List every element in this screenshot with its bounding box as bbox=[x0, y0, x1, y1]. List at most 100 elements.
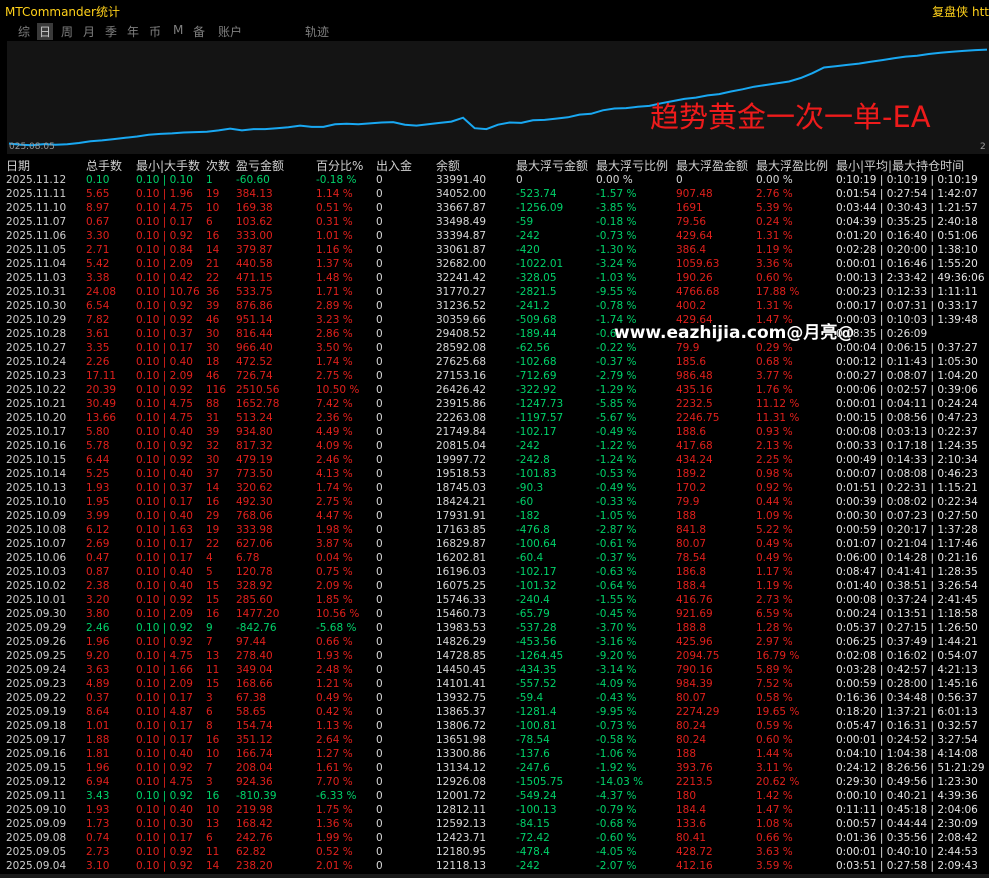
table-row[interactable]: 2025.10.15 6.44 0.10 | 0.92 30 479.19 2.46 % 0… bbox=[0, 453, 989, 467]
table-row[interactable]: 2025.09.19 8.64 0.10 | 4.87 6 58.65 0.42 % 0 13… bbox=[0, 705, 989, 719]
cell-ddamt: -476.8 bbox=[516, 524, 550, 536]
column-header[interactable]: 最小|平均|最大持仓时间 bbox=[836, 157, 964, 174]
table-row[interactable]: 2025.10.20 13.66 0.10 | 4.75 31 513.24 2.36 %… bbox=[0, 411, 989, 425]
table-row[interactable]: 2025.10.06 0.47 0.10 | 0.17 4 6.78 0.04 % 0 162… bbox=[0, 551, 989, 565]
table-row[interactable]: 2025.10.29 7.82 0.10 | 0.92 46 951.14 3.23 % 0… bbox=[0, 313, 989, 327]
table-row[interactable]: 2025.11.06 3.30 0.10 | 0.92 16 333.00 1.01 % 0… bbox=[0, 229, 989, 243]
table-row[interactable]: 2025.09.10 1.93 0.10 | 0.40 10 219.98 1.75 % 0… bbox=[0, 803, 989, 817]
column-header[interactable]: 最大浮亏比例 bbox=[596, 157, 668, 174]
cell-time: 0:00:30 | 0:07:23 | 0:27:50 bbox=[836, 510, 978, 522]
table-row[interactable]: 2025.09.09 1.73 0.10 | 0.30 13 168.42 1.36 % 0… bbox=[0, 817, 989, 831]
table-row[interactable]: 2025.09.29 2.46 0.10 | 0.92 9 -842.76 -5.68 %… bbox=[0, 621, 989, 635]
cell-ddamt: -242 bbox=[516, 230, 540, 242]
cell-fppct: 1.19 % bbox=[756, 244, 793, 256]
cell-lots: 13.66 bbox=[86, 412, 117, 424]
table-row[interactable]: 2025.10.02 2.38 0.10 | 0.40 15 328.92 2.09 % 0… bbox=[0, 579, 989, 593]
cell-dep: 0 bbox=[376, 216, 383, 228]
tab-0[interactable]: 综 bbox=[16, 23, 32, 40]
cell-count: 16 bbox=[206, 608, 220, 620]
table-row[interactable]: 2025.09.23 4.89 0.10 | 2.09 15 168.66 1.21 % 0… bbox=[0, 677, 989, 691]
cell-ddamt: -1505.75 bbox=[516, 776, 564, 788]
table-row[interactable]: 2025.09.22 0.37 0.10 | 0.17 3 67.38 0.49 % 0 13… bbox=[0, 691, 989, 705]
cell-fpamt: 80.24 bbox=[676, 734, 707, 746]
table-row[interactable]: 2025.09.12 6.94 0.10 | 4.75 3 924.36 7.70 % 0 1… bbox=[0, 775, 989, 789]
table-row[interactable]: 2025.10.24 2.26 0.10 | 0.40 18 472.52 1.74 % 0… bbox=[0, 355, 989, 369]
table-row[interactable]: 2025.10.30 6.54 0.10 | 0.92 39 876.86 2.89 % 0… bbox=[0, 299, 989, 313]
column-header[interactable]: 日期 bbox=[6, 157, 30, 174]
table-row[interactable]: 2025.09.16 1.81 0.10 | 0.40 10 166.74 1.27 % 0… bbox=[0, 747, 989, 761]
cell-fpamt: 170.2 bbox=[676, 482, 707, 494]
cell-time: 0:00:59 | 0:28:00 | 1:45:16 bbox=[836, 678, 978, 690]
tab-8[interactable]: 备 bbox=[191, 23, 207, 40]
tab-9[interactable]: 账户 bbox=[216, 23, 244, 40]
table-row[interactable]: 2025.10.16 5.78 0.10 | 0.92 32 817.32 4.09 % 0… bbox=[0, 439, 989, 453]
table-row[interactable]: 2025.11.10 8.97 0.10 | 4.75 10 169.38 0.51 % 0… bbox=[0, 201, 989, 215]
table-row[interactable]: 2025.09.11 3.43 0.10 | 0.92 16 -810.39 -6.33 … bbox=[0, 789, 989, 803]
column-header[interactable]: 最大浮盈金额 bbox=[676, 157, 748, 174]
cell-count: 39 bbox=[206, 300, 220, 312]
tab-2[interactable]: 周 bbox=[59, 23, 75, 40]
table-row[interactable]: 2025.10.10 1.95 0.10 | 0.17 16 492.30 2.75 % 0… bbox=[0, 495, 989, 509]
table-row[interactable]: 2025.09.24 3.63 0.10 | 1.66 11 349.04 2.48 % 0… bbox=[0, 663, 989, 677]
table-row[interactable]: 2025.09.05 2.73 0.10 | 0.92 11 62.82 0.52 % 0 1… bbox=[0, 845, 989, 859]
tab-4[interactable]: 季 bbox=[103, 23, 119, 40]
cell-fppct: 2.76 % bbox=[756, 188, 793, 200]
column-header[interactable]: 总手数 bbox=[86, 157, 122, 174]
tab-10[interactable]: 轨迹 bbox=[303, 23, 331, 40]
table-row[interactable]: 2025.10.27 3.35 0.10 | 0.17 30 966.40 3.50 % 0… bbox=[0, 341, 989, 355]
table-row[interactable]: 2025.11.07 0.67 0.10 | 0.17 6 103.62 0.31 % 0 3… bbox=[0, 215, 989, 229]
table-row[interactable]: 2025.10.01 3.20 0.10 | 0.92 15 285.60 1.85 % 0… bbox=[0, 593, 989, 607]
cell-date: 2025.09.04 bbox=[6, 860, 67, 872]
cell-bal: 14826.29 bbox=[436, 636, 487, 648]
cell-ddamt: -1256.09 bbox=[516, 202, 564, 214]
table-row[interactable]: 2025.10.31 24.08 0.10 | 10.76 36 533.75 1.71 … bbox=[0, 285, 989, 299]
table-row[interactable]: 2025.11.05 2.71 0.10 | 0.84 14 379.87 1.16 % 0… bbox=[0, 243, 989, 257]
cell-count: 16 bbox=[206, 496, 220, 508]
table-row[interactable]: 2025.10.03 0.87 0.10 | 0.40 5 120.78 0.75 % 0 1… bbox=[0, 565, 989, 579]
table-row[interactable]: 2025.09.04 3.10 0.10 | 0.92 14 238.20 2.01 % 0… bbox=[0, 859, 989, 873]
column-header[interactable]: 出入金 bbox=[376, 157, 412, 174]
cell-count: 14 bbox=[206, 244, 220, 256]
cell-dep: 0 bbox=[376, 230, 383, 242]
column-header[interactable]: 余额 bbox=[436, 157, 460, 174]
table-row[interactable]: 2025.10.13 1.93 0.10 | 0.37 14 320.62 1.74 % 0… bbox=[0, 481, 989, 495]
tab-3[interactable]: 月 bbox=[81, 23, 97, 40]
table-row[interactable]: 2025.09.15 1.96 0.10 | 0.92 7 208.04 1.61 % 0 1… bbox=[0, 761, 989, 775]
table-row[interactable]: 2025.09.25 9.20 0.10 | 4.75 13 278.40 1.93 % 0… bbox=[0, 649, 989, 663]
tab-6[interactable]: 币 bbox=[147, 23, 163, 40]
table-row[interactable]: 2025.11.03 3.38 0.10 | 0.42 22 471.15 1.48 % 0… bbox=[0, 271, 989, 285]
table-row[interactable]: 2025.10.22 20.39 0.10 | 0.92 116 2510.56 10.5… bbox=[0, 383, 989, 397]
table-row[interactable]: 2025.11.04 5.42 0.10 | 2.09 21 440.58 1.37 % 0… bbox=[0, 257, 989, 271]
column-header[interactable]: 百分比% bbox=[316, 157, 363, 174]
table-row[interactable]: 2025.10.09 3.99 0.10 | 0.40 29 768.06 4.47 % 0… bbox=[0, 509, 989, 523]
column-header[interactable]: 最大浮盈比例 bbox=[756, 157, 828, 174]
column-header[interactable]: 次数 bbox=[206, 157, 230, 174]
table-row[interactable]: 2025.10.07 2.69 0.10 | 0.17 22 627.06 3.87 % 0… bbox=[0, 537, 989, 551]
table-row[interactable]: 2025.10.21 30.49 0.10 | 4.75 88 1652.78 7.42 … bbox=[0, 397, 989, 411]
tab-5[interactable]: 年 bbox=[125, 23, 141, 40]
table-row[interactable]: 2025.10.14 5.25 0.10 | 0.40 37 773.50 4.13 % 0… bbox=[0, 467, 989, 481]
cell-bal: 34052.00 bbox=[436, 188, 487, 200]
table-row[interactable]: 2025.11.11 5.65 0.10 | 1.96 19 384.13 1.14 % 0… bbox=[0, 187, 989, 201]
table-row[interactable]: 2025.11.12 0.10 0.10 | 0.10 1 -60.60 -0.18 % 0… bbox=[0, 173, 989, 187]
tab-7[interactable]: M bbox=[171, 23, 185, 37]
column-header[interactable]: 盈亏金额 bbox=[236, 157, 284, 174]
table-row[interactable]: 2025.09.26 1.96 0.10 | 0.92 7 97.44 0.66 % 0 14… bbox=[0, 635, 989, 649]
table-row[interactable]: 2025.09.30 3.80 0.10 | 2.09 16 1477.20 10.56 … bbox=[0, 607, 989, 621]
table-row[interactable]: 2025.09.08 0.74 0.10 | 0.17 6 242.76 1.99 % 0 1… bbox=[0, 831, 989, 845]
table-row[interactable]: 2025.09.18 1.01 0.10 | 0.17 8 154.74 1.13 % 0 1… bbox=[0, 719, 989, 733]
cell-minmax: 0.10 | 4.75 bbox=[136, 398, 193, 410]
table-row[interactable]: 2025.10.08 6.12 0.10 | 1.63 19 333.98 1.98 % 0… bbox=[0, 523, 989, 537]
table-row[interactable]: 2025.10.28 3.61 0.10 | 0.37 30 816.44 2.86 % 0… bbox=[0, 327, 989, 341]
cell-fppct: 1.42 % bbox=[756, 790, 793, 802]
column-header[interactable]: 最大浮亏金额 bbox=[516, 157, 588, 174]
cell-time: 0:06:00 | 0:14:28 | 0:21:16 bbox=[836, 552, 978, 564]
header-link[interactable]: 复盘侠 htt bbox=[932, 3, 989, 20]
table-row[interactable]: 2025.10.23 17.11 0.10 | 2.09 46 726.74 2.75 %… bbox=[0, 369, 989, 383]
tab-1[interactable]: 日 bbox=[37, 23, 54, 40]
cell-ddamt: -1281.4 bbox=[516, 706, 557, 718]
cell-date: 2025.10.10 bbox=[6, 496, 67, 508]
table-row[interactable]: 2025.10.17 5.80 0.10 | 0.40 39 934.80 4.49 % 0… bbox=[0, 425, 989, 439]
table-row[interactable]: 2025.09.17 1.88 0.10 | 0.17 16 351.12 2.64 % 0… bbox=[0, 733, 989, 747]
column-header[interactable]: 最小|大手数 bbox=[136, 157, 200, 174]
